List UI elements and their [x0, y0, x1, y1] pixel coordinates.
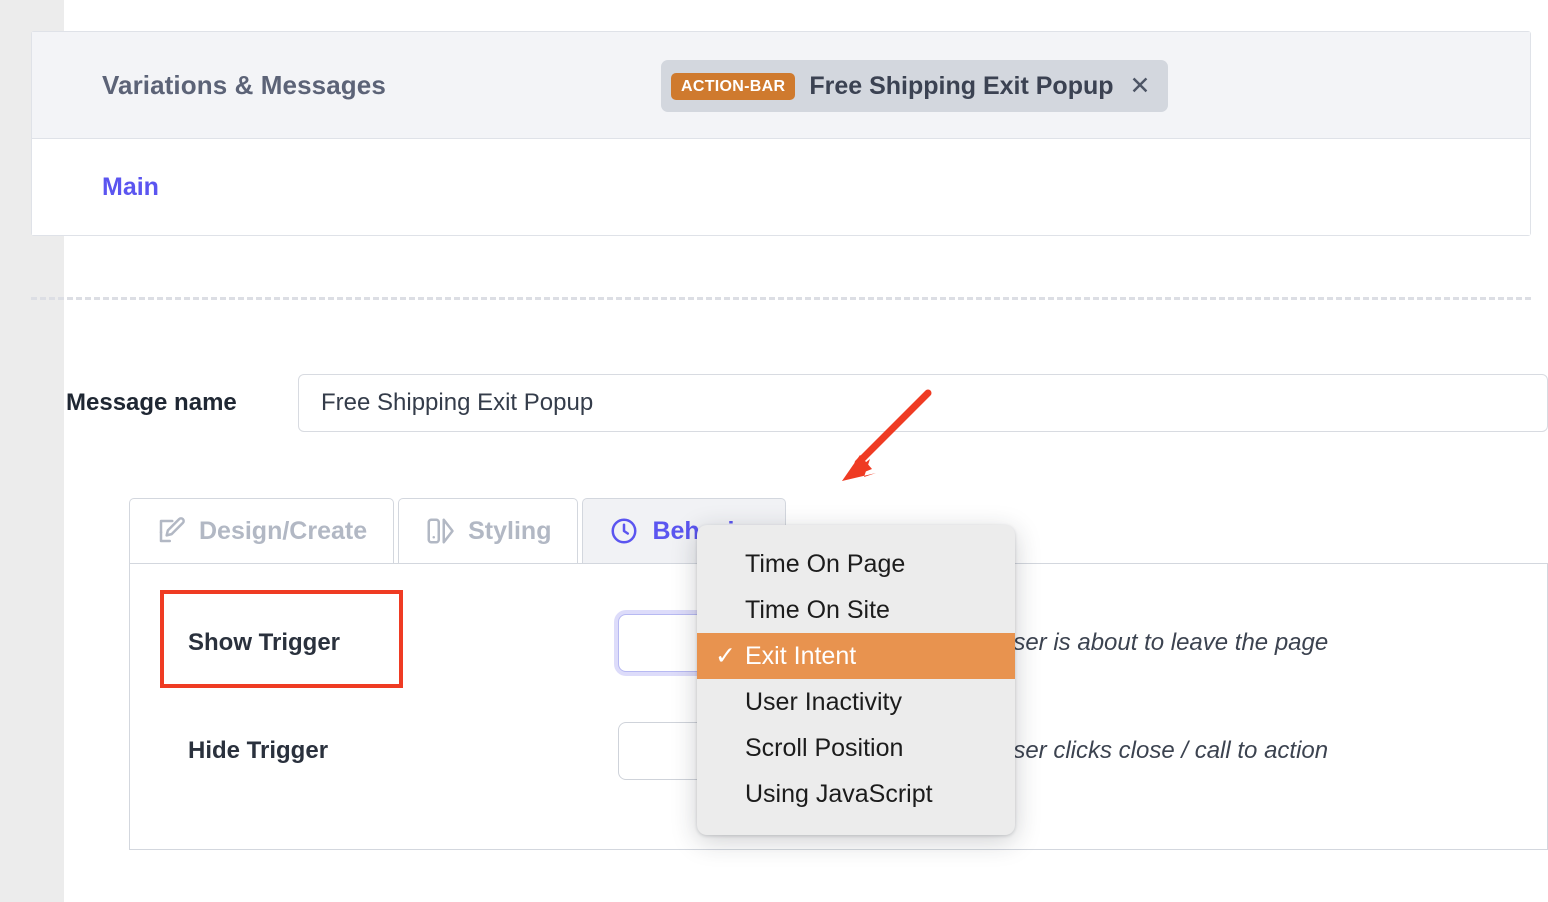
status-badge: ACTION-BAR [671, 72, 796, 100]
show-trigger-label: Show Trigger [188, 629, 341, 656]
clock-icon [609, 516, 639, 546]
tab-label: Design/Create [199, 516, 368, 545]
show-trigger-hint: User is about to leave the page [996, 629, 1329, 656]
dropdown-item-time-on-site[interactable]: Time On Site [697, 587, 1015, 633]
dropdown-item-scroll-position[interactable]: Scroll Position [697, 725, 1015, 771]
message-name-input[interactable] [298, 374, 1548, 432]
message-chip[interactable]: ACTION-BAR Free Shipping Exit Popup ✕ [661, 60, 1169, 112]
dropdown-item-time-on-page[interactable]: Time On Page [697, 541, 1015, 587]
dropdown-item-exit-intent[interactable]: ✓ Exit Intent [697, 633, 1015, 679]
tab-styling[interactable]: Styling [398, 498, 579, 563]
variation-main-link[interactable]: Main [102, 173, 159, 202]
message-chip-label: Free Shipping Exit Popup [809, 71, 1114, 100]
dropdown-item-label: Time On Page [745, 549, 906, 578]
dropdown-item-using-javascript[interactable]: Using JavaScript [697, 771, 1015, 817]
variations-card-body: Main ACTION-BAR Free Shipping Exit Popup… [32, 60, 1530, 235]
page-title: Variations & Messages [102, 69, 386, 100]
check-icon: ✓ [715, 642, 736, 670]
dropdown-item-label: User Inactivity [745, 687, 902, 716]
tab-label: Styling [468, 516, 552, 545]
variations-and-messages-card: Variations & Messages Main ACTION-BAR Fr… [31, 31, 1531, 236]
dropdown-item-user-inactivity[interactable]: User Inactivity [697, 679, 1015, 725]
shapes-icon [425, 516, 455, 546]
dropdown-item-label: Time On Site [745, 595, 890, 624]
edit-square-icon [156, 516, 186, 546]
dropdown-item-label: Using JavaScript [745, 779, 933, 808]
section-divider [31, 297, 1531, 300]
message-name-label: Message name [66, 389, 237, 416]
show-trigger-dropdown-menu[interactable]: Time On Page Time On Site ✓ Exit Intent … [697, 525, 1015, 835]
hide-trigger-label: Hide Trigger [188, 737, 329, 764]
editor-tabs: Design/Create Styling Behavior [129, 498, 790, 563]
hide-trigger-hint: User clicks close / call to action [996, 737, 1329, 764]
dropdown-item-label: Scroll Position [745, 733, 904, 762]
message-name-row: Message name [66, 374, 1548, 432]
tab-design-create[interactable]: Design/Create [129, 498, 395, 563]
dropdown-item-label: Exit Intent [745, 641, 857, 670]
close-icon[interactable]: ✕ [1130, 73, 1151, 99]
